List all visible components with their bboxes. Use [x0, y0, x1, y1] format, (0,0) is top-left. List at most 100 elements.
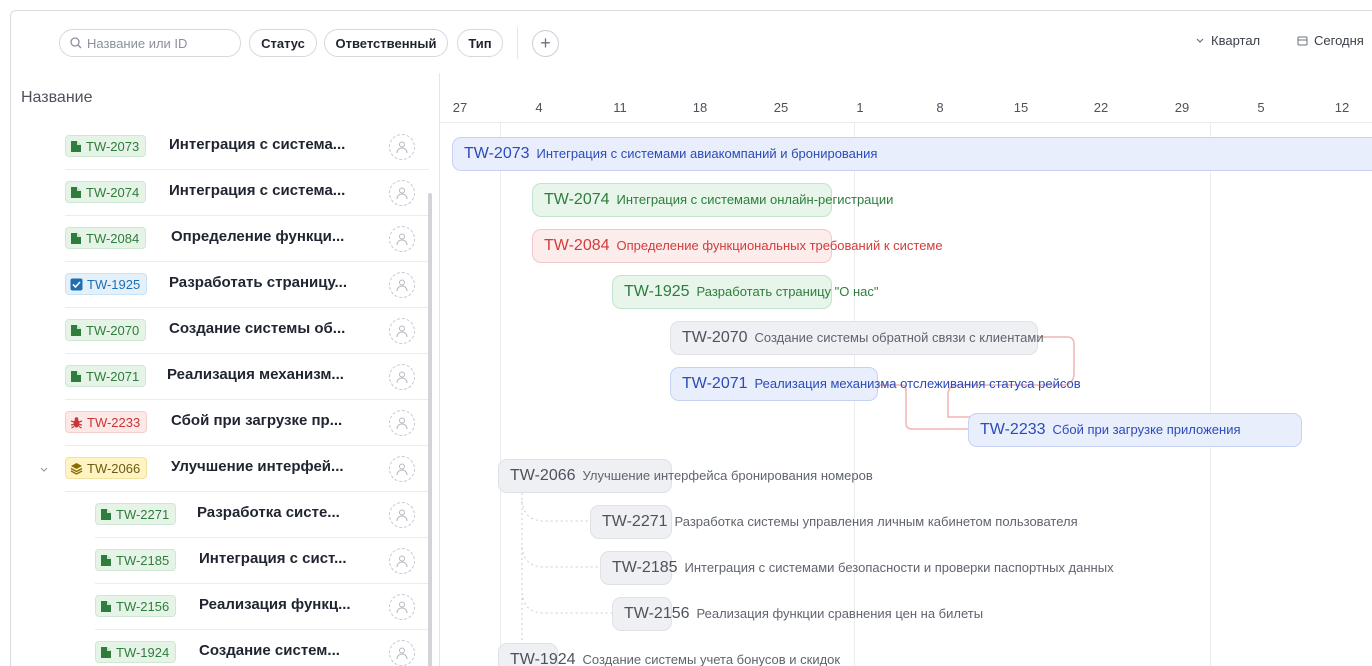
- issue-key: TW-2156: [116, 598, 170, 614]
- issue-key: TW-2074: [86, 184, 140, 200]
- issue-key-tag[interactable]: TW-2071: [65, 365, 147, 387]
- issue-key: TW-1924: [116, 644, 170, 660]
- list-item[interactable]: TW-2070 Создание системы об...: [11, 308, 439, 354]
- issue-key: TW-2084: [86, 230, 140, 246]
- today-label: Сегодня: [1314, 33, 1364, 48]
- issue-key-tag[interactable]: TW-2066: [65, 457, 148, 479]
- story-icon: [101, 600, 111, 612]
- list-item[interactable]: TW-2073 Интеграция с система...: [11, 124, 439, 170]
- bar-issue-name: Разработать страницу "О нас": [696, 284, 879, 299]
- issue-key-tag[interactable]: TW-1925: [65, 273, 148, 295]
- issue-key-tag[interactable]: TW-2233: [65, 411, 148, 433]
- assignee-avatar[interactable]: [389, 180, 415, 206]
- issue-key-tag[interactable]: TW-2084: [65, 227, 147, 249]
- toolbar: Название или ID Статус Ответственный Тип…: [11, 11, 1372, 73]
- list-item[interactable]: TW-2066 Улучшение интерфей...: [11, 446, 439, 492]
- bar-issue-name: Создание системы учета бонусов и скидок: [582, 652, 841, 666]
- list-item[interactable]: TW-2233 Сбой при загрузке пр...: [11, 400, 439, 446]
- filter-type-button[interactable]: Тип: [457, 29, 503, 57]
- bar-issue-key: TW-2084: [544, 237, 610, 254]
- assignee-avatar[interactable]: [389, 226, 415, 252]
- issue-key-tag[interactable]: TW-2070: [65, 319, 147, 341]
- list-item[interactable]: TW-2185 Интеграция с сист...: [11, 538, 439, 584]
- chevron-down-icon: [1196, 38, 1204, 43]
- issue-title: Разработка систе...: [197, 504, 340, 521]
- roadmap-window: Название или ID Статус Ответственный Тип…: [10, 10, 1372, 666]
- filter-status-button[interactable]: Статус: [249, 29, 317, 57]
- assignee-avatar[interactable]: [389, 502, 415, 528]
- bar-issue-name: Интеграция с системами безопасности и пр…: [684, 560, 1114, 575]
- today-button[interactable]: Сегодня: [1297, 33, 1364, 48]
- list-item[interactable]: TW-2071 Реализация механизм...: [11, 354, 439, 400]
- issue-title: Разработать страницу...: [169, 274, 347, 291]
- bar-issue-key: TW-2070: [682, 329, 748, 346]
- list-item[interactable]: TW-2084 Определение функци...: [11, 216, 439, 262]
- issue-title: Определение функци...: [171, 228, 345, 245]
- timeline-bar-label: TW-2073 Интеграция с системами авиакомпан…: [464, 145, 877, 163]
- expand-toggle[interactable]: [39, 461, 49, 479]
- issue-key-tag[interactable]: TW-2073: [65, 135, 147, 157]
- bar-issue-key: TW-2233: [980, 421, 1046, 438]
- story-icon: [71, 232, 81, 244]
- user-icon: [396, 371, 408, 384]
- story-icon: [101, 554, 111, 566]
- timeline-bar-label: TW-2074 Интеграция с системами онлайн-рег…: [544, 191, 893, 209]
- search-input[interactable]: Название или ID: [59, 29, 241, 57]
- issue-key-tag[interactable]: TW-2271: [95, 503, 177, 525]
- issue-key-tag[interactable]: TW-2156: [95, 595, 177, 617]
- timeline-bar-label: TW-2070 Создание системы обратной связи с…: [682, 329, 1044, 347]
- story-icon: [101, 646, 111, 658]
- assignee-avatar[interactable]: [389, 456, 415, 482]
- assignee-avatar[interactable]: [389, 134, 415, 160]
- user-icon: [396, 463, 408, 476]
- list-item[interactable]: TW-2271 Разработка систе...: [11, 492, 439, 538]
- issue-key: TW-2185: [116, 552, 170, 568]
- assignee-avatar[interactable]: [389, 272, 415, 298]
- toolbar-divider: [517, 27, 518, 59]
- story-icon: [71, 140, 81, 152]
- bar-issue-name: Интеграция с системами онлайн-регистраци…: [616, 192, 894, 207]
- issue-title: Сбой при загрузке пр...: [171, 412, 343, 429]
- issue-key-tag[interactable]: TW-1924: [95, 641, 177, 663]
- assignee-avatar[interactable]: [389, 410, 415, 436]
- issue-key: TW-2070: [86, 322, 140, 338]
- assignee-avatar[interactable]: [389, 318, 415, 344]
- timeline-bar-label: TW-2233 Сбой при загрузке приложения: [980, 421, 1241, 439]
- timeline-bar-label: TW-1925 Разработать страницу "О нас": [624, 283, 879, 301]
- issue-title: Реализация механизм...: [167, 366, 344, 383]
- assignee-avatar[interactable]: [389, 640, 415, 666]
- add-filter-button[interactable]: +: [532, 30, 559, 57]
- bar-issue-key: TW-2271: [602, 513, 668, 530]
- list-item[interactable]: TW-2156 Реализация функц...: [11, 584, 439, 630]
- bar-issue-key: TW-1924: [510, 651, 576, 666]
- user-icon: [396, 601, 408, 614]
- issue-title: Интеграция с система...: [169, 136, 346, 153]
- timeline-bar-label: TW-2071 Реализация механизма отслеживания…: [682, 375, 1081, 393]
- scale-dropdown[interactable]: Квартал: [1195, 33, 1260, 48]
- user-icon: [396, 141, 408, 154]
- bar-issue-name: Сбой при загрузке приложения: [1052, 422, 1241, 437]
- bar-issue-name: Улучшение интерфейса бронирования номеро…: [582, 468, 873, 483]
- issue-title: Реализация функц...: [199, 596, 351, 613]
- list-scrollbar[interactable]: [428, 193, 432, 666]
- issue-key-tag[interactable]: TW-2185: [95, 549, 177, 571]
- user-icon: [396, 279, 408, 292]
- story-icon: [71, 370, 81, 382]
- assignee-avatar[interactable]: [389, 548, 415, 574]
- issue-key: TW-1925: [87, 276, 141, 292]
- checkbox-icon: [70, 278, 83, 290]
- filter-assignee-button[interactable]: Ответственный: [324, 29, 448, 57]
- story-icon: [71, 324, 81, 336]
- issue-title: Улучшение интерфей...: [171, 458, 344, 475]
- user-icon: [396, 555, 408, 568]
- list-item[interactable]: TW-2074 Интеграция с система...: [11, 170, 439, 216]
- list-item[interactable]: TW-1924 Создание систем...: [11, 630, 439, 666]
- assignee-avatar[interactable]: [389, 594, 415, 620]
- list-item[interactable]: TW-1925 Разработать страницу...: [11, 262, 439, 308]
- assignee-avatar[interactable]: [389, 364, 415, 390]
- issue-key-tag[interactable]: TW-2074: [65, 181, 147, 203]
- issue-key: TW-2233: [87, 414, 141, 430]
- layers-icon: [70, 462, 83, 475]
- calendar-icon: [1297, 36, 1308, 46]
- timeline: 27 4 11 18 25 1 8 15 22 29 5 12 TW-2073 Интеграция с…: [440, 73, 1372, 666]
